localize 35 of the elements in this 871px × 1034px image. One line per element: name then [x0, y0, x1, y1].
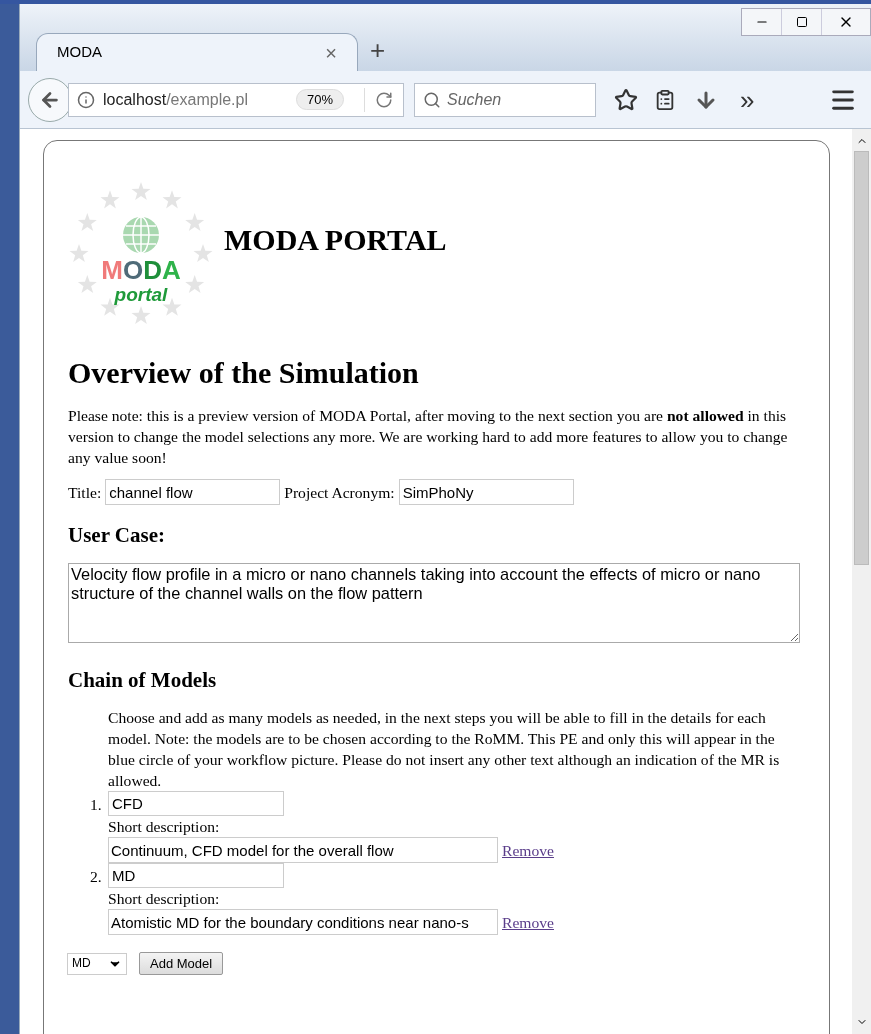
logo-subtitle: portal — [114, 285, 168, 304]
browser-tab[interactable]: MODA × — [36, 33, 358, 71]
search-field[interactable]: Suchen — [414, 82, 596, 117]
remove-link[interactable]: Remove — [502, 839, 554, 861]
model-name-field[interactable]: CFD — [108, 791, 284, 816]
list-number: 2. — [90, 867, 102, 887]
section-heading: User Case: — [68, 525, 166, 546]
remove-link[interactable]: Remove — [502, 911, 554, 933]
site-title: MODA PORTAL — [224, 228, 447, 250]
address-bar[interactable]: localhost/example.pl 70% — [68, 82, 404, 117]
logo-wordmark: MODA — [101, 257, 181, 283]
tab-close-button[interactable]: × — [325, 37, 337, 68]
description-field[interactable]: Continuum, CFD model for the overall flow — [108, 837, 498, 863]
user-case-textarea[interactable]: Velocity flow profile in a micro or nano channels taking into account the effects of micro or nano structure of the channel walls on the flow pattern — [68, 563, 800, 643]
model-name-field[interactable]: MD — [108, 863, 284, 888]
text-field[interactable]: channel flow — [105, 479, 281, 505]
search-input[interactable]: Suchen — [447, 87, 587, 112]
field-label: Title: — [68, 482, 102, 503]
page-heading: Overview of the Simulation — [68, 355, 420, 391]
chain-instructions: Choose and add as many models as needed, in the next steps you will be able to fill in the details for each model. Note: the models are to be chosen according to the RoMM. This PE and only this will appear in the blue circle of your workflow picture. Please do not insert any other text although an indication of the MR is allowed. — [108, 708, 781, 791]
new-tab-button[interactable]: + — [370, 37, 386, 63]
description-label: Short description: — [108, 889, 221, 909]
overflow-button[interactable]: » — [740, 86, 755, 113]
add-model-button[interactable]: Add Model — [139, 952, 224, 975]
section-heading: Chain of Models — [68, 670, 218, 691]
tab-title: MODA — [57, 42, 102, 63]
url-text: localhost/example.pl — [103, 89, 248, 110]
description-label: Short description: — [108, 817, 221, 837]
model-select[interactable]: MD — [67, 952, 127, 975]
zoom-badge[interactable]: 70% — [295, 88, 344, 111]
field-label: Project Acronym: — [284, 482, 395, 503]
description-field[interactable]: Atomistic MD for the boundary conditions near nano-s — [108, 909, 498, 935]
text-field[interactable]: SimPhoNy — [398, 479, 574, 505]
list-number: 1. — [90, 795, 102, 815]
preview-notice: Please note: this is a preview version of MODA Portal, after moving to the next section you are not allowed in this version to change the model selections any more. We are working hard to add more features to allow you to change any value soon! — [68, 406, 789, 468]
